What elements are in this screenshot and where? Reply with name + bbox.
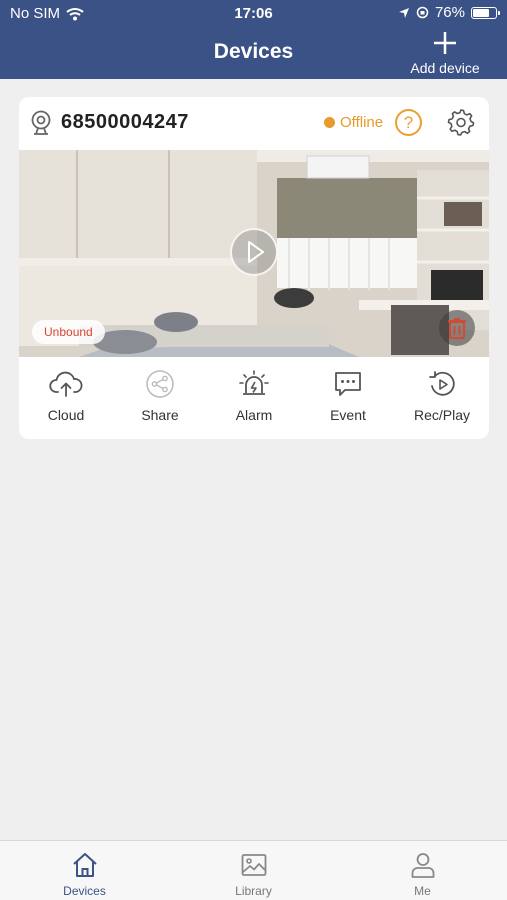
- tab-label: Me: [414, 884, 431, 898]
- image-icon: [241, 854, 266, 876]
- device-status: Offline: [324, 114, 383, 131]
- status-label: Offline: [340, 114, 384, 131]
- action-rec-play[interactable]: Rec/Play: [395, 365, 489, 435]
- add-device-button[interactable]: Add device: [405, 30, 485, 76]
- battery-fill: [473, 8, 489, 17]
- play-button[interactable]: [230, 228, 278, 276]
- tab-me[interactable]: Me: [338, 841, 507, 900]
- tab-label: Devices: [63, 884, 106, 898]
- playback-icon: [429, 371, 455, 396]
- trash-icon: [448, 318, 466, 339]
- tab-bar: Devices Library Me: [0, 840, 507, 900]
- device-id: 68500004247: [61, 111, 189, 133]
- home-icon: [72, 853, 97, 877]
- alarm-icon: [239, 370, 269, 395]
- cloud-upload-icon: [49, 371, 83, 397]
- user-icon: [411, 853, 434, 878]
- action-event[interactable]: Event: [301, 365, 395, 435]
- camera-preview[interactable]: Unbound: [19, 150, 489, 357]
- top-bar: No SIM 17:06 76% Devices Add device: [0, 0, 507, 79]
- tab-devices[interactable]: Devices: [0, 841, 169, 900]
- camera-icon: [31, 110, 51, 135]
- action-label: Rec/Play: [413, 407, 471, 423]
- share-icon: [146, 370, 174, 398]
- event-icon: [335, 372, 361, 396]
- plus-icon: [434, 32, 456, 54]
- action-label: Share: [141, 407, 179, 423]
- orientation-lock-icon: [416, 6, 429, 19]
- action-label: Cloud: [47, 407, 85, 423]
- action-share[interactable]: Share: [113, 365, 207, 435]
- settings-gear-icon[interactable]: [447, 108, 475, 136]
- action-label: Alarm: [235, 407, 273, 423]
- play-icon: [248, 241, 264, 263]
- add-device-label: Add device: [410, 60, 480, 76]
- tab-label: Library: [235, 884, 272, 898]
- device-actions: Cloud Share Alarm Event Rec/Play: [19, 365, 489, 435]
- status-bar: No SIM 17:06 76%: [0, 0, 507, 28]
- unbound-badge: Unbound: [32, 320, 105, 344]
- battery-icon: [471, 6, 500, 19]
- status-dot: [324, 117, 335, 128]
- action-label: Event: [330, 407, 366, 423]
- tab-library[interactable]: Library: [169, 841, 338, 900]
- location-arrow-icon: [398, 7, 409, 18]
- battery-percent: 76%: [434, 4, 465, 21]
- delete-button[interactable]: [439, 310, 475, 346]
- device-card: 68500004247 Offline ? Unbound Cloud Shar…: [19, 97, 489, 439]
- help-button[interactable]: ?: [395, 109, 422, 136]
- device-card-header: 68500004247 Offline ?: [19, 97, 489, 149]
- action-cloud[interactable]: Cloud: [19, 365, 113, 435]
- action-alarm[interactable]: Alarm: [207, 365, 301, 435]
- status-right: 76%: [398, 4, 500, 21]
